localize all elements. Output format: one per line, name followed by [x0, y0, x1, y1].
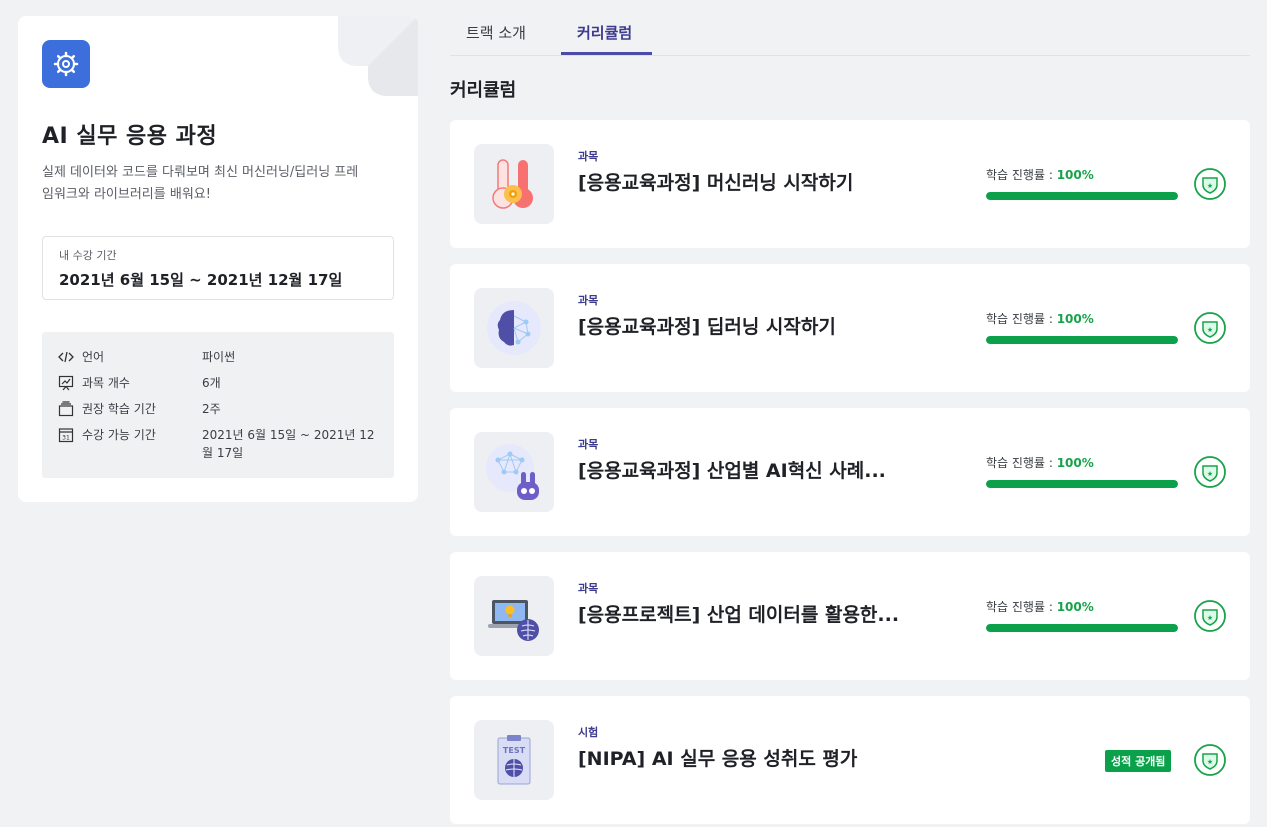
course-name[interactable]: [NIPA] AI 실무 응용 성취도 평가	[578, 744, 918, 771]
track-title: AI 실무 응용 과정	[42, 124, 218, 149]
grade-published-badge: 성적 공개됨	[1105, 750, 1172, 772]
track-card: AI 실무 응용 과정 실제 데이터와 코드를 다뤄보며 최신 머신러닝/딥러닝…	[18, 16, 418, 502]
course-card[interactable]: 과목 [응용교육과정] 산업별 AI혁신 사례... 학습 진행률 : 100%…	[450, 408, 1250, 536]
layers-icon	[58, 401, 74, 417]
info-row-course-count: 과목 개수 6개	[58, 374, 378, 392]
svg-text:★: ★	[1207, 614, 1213, 622]
progress-bar	[986, 480, 1178, 488]
thermometer-brain-icon	[474, 144, 554, 224]
course-card[interactable]: 과목 [응용프로젝트] 산업 데이터를 활용한... 학습 진행률 : 100%…	[450, 552, 1250, 680]
svg-text:★: ★	[1207, 326, 1213, 334]
progress-label: 학습 진행률 : 100%	[986, 168, 1094, 182]
shield-badge-icon: ★	[1194, 168, 1226, 200]
course-name[interactable]: [응용교육과정] 머신러닝 시작하기	[578, 168, 918, 195]
exam-card[interactable]: TEST 시험 [NIPA] AI 실무 응용 성취도 평가 성적 공개됨 ★	[450, 696, 1250, 824]
progress-label: 학습 진행률 : 100%	[986, 312, 1094, 326]
section-title: 커리큘럼	[450, 80, 517, 101]
page-fold-decoration	[338, 16, 418, 96]
shield-badge-icon: ★	[1194, 456, 1226, 488]
info-row-language: 언어 파이썬	[58, 348, 378, 366]
shield-badge-icon: ★	[1194, 600, 1226, 632]
course-name[interactable]: [응용교육과정] 딥러닝 시작하기	[578, 312, 918, 339]
laptop-brain-icon	[474, 576, 554, 656]
test-label: TEST	[503, 746, 526, 755]
course-card[interactable]: 과목 [응용교육과정] 머신러닝 시작하기 학습 진행률 : 100% ★	[450, 120, 1250, 248]
svg-text:31: 31	[62, 435, 70, 442]
code-icon	[58, 351, 74, 363]
course-type: 과목	[578, 294, 599, 307]
period-label: 내 수강 기간	[59, 249, 117, 262]
svg-text:★: ★	[1207, 470, 1213, 478]
tab-bar: 트랙 소개 커리큘럼	[450, 0, 1250, 56]
presentation-icon	[58, 375, 74, 391]
calendar-icon: 31	[58, 428, 74, 443]
course-type: 시험	[578, 726, 599, 739]
rabbit-network-icon	[474, 432, 554, 512]
svg-text:★: ★	[1207, 182, 1213, 190]
progress-label: 학습 진행률 : 100%	[986, 456, 1094, 470]
svg-text:★: ★	[1207, 758, 1213, 766]
active-tab-indicator	[561, 52, 652, 55]
shield-badge-icon: ★	[1194, 744, 1226, 776]
tab-curriculum[interactable]: 커리큘럼	[577, 22, 632, 43]
test-clipboard-icon: TEST	[474, 720, 554, 800]
progress-bar	[986, 192, 1178, 200]
brain-gear-icon	[42, 40, 90, 88]
info-row-available-period: 31 수강 가능 기간 2021년 6월 15일 ~ 2021년 12월 17일	[58, 426, 378, 462]
progress-bar	[986, 624, 1178, 632]
my-period-box: 내 수강 기간 2021년 6월 15일 ~ 2021년 12월 17일	[42, 236, 394, 300]
course-name[interactable]: [응용프로젝트] 산업 데이터를 활용한...	[578, 600, 918, 627]
course-card[interactable]: 과목 [응용교육과정] 딥러닝 시작하기 학습 진행률 : 100% ★	[450, 264, 1250, 392]
info-row-recommended-period: 권장 학습 기간 2주	[58, 400, 378, 418]
course-type: 과목	[578, 150, 599, 163]
neural-brain-icon	[474, 288, 554, 368]
shield-badge-icon: ★	[1194, 312, 1226, 344]
progress-label: 학습 진행률 : 100%	[986, 600, 1094, 614]
period-value: 2021년 6월 15일 ~ 2021년 12월 17일	[59, 271, 343, 289]
course-name[interactable]: [응용교육과정] 산업별 AI혁신 사례...	[578, 456, 918, 483]
track-description: 실제 데이터와 코드를 다뤄보며 최신 머신러닝/딥러닝 프레임워크와 라이브러…	[42, 165, 359, 202]
track-info-box: 언어 파이썬 과목 개수 6개 권장 학습 기간 2주 31 수강 가능 기간 …	[42, 332, 394, 478]
course-type: 과목	[578, 582, 599, 595]
course-type: 과목	[578, 438, 599, 451]
tab-track-intro[interactable]: 트랙 소개	[466, 22, 526, 43]
progress-bar	[986, 336, 1178, 344]
